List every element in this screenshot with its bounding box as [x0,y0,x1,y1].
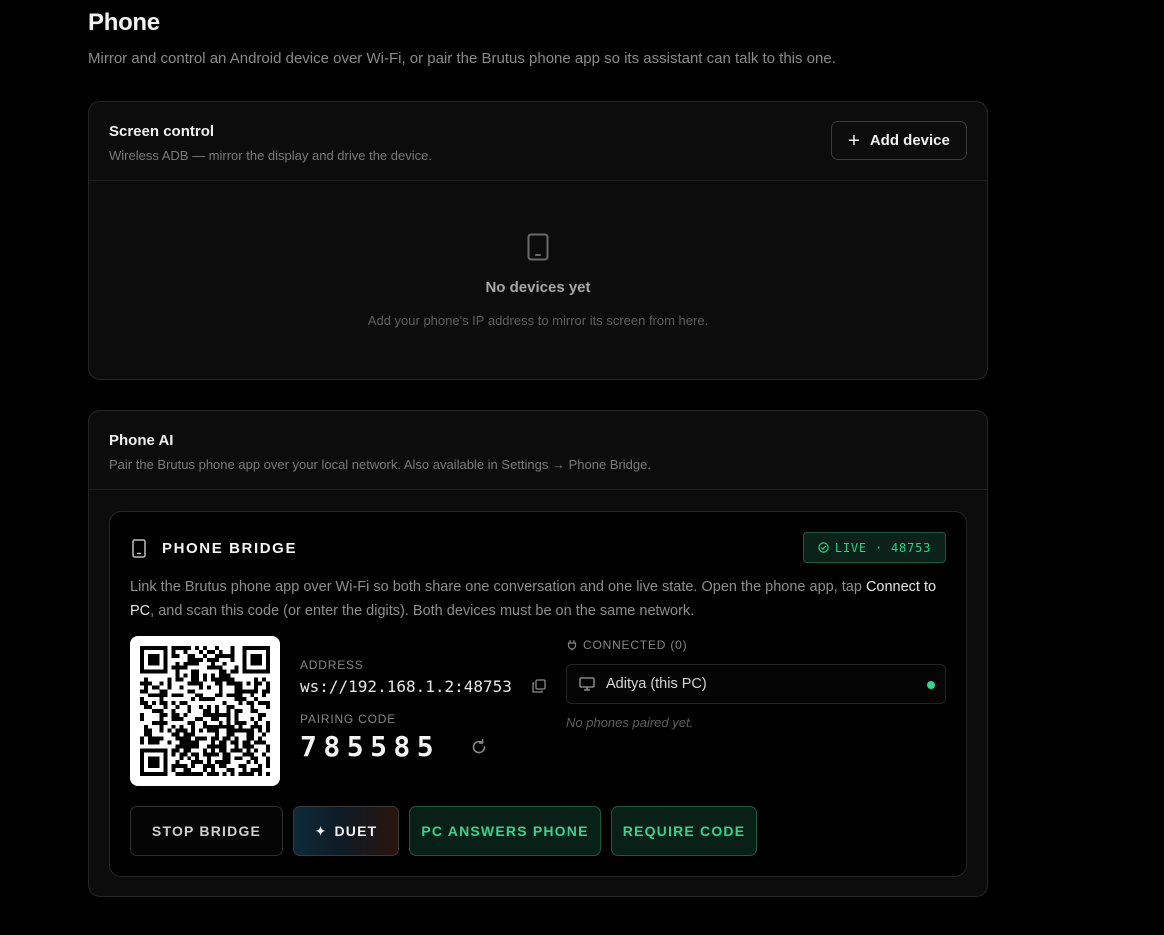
live-badge-label: LIVE · 48753 [834,540,932,555]
screen-control-header: Screen control Wireless ADB — mirror the… [89,102,987,181]
description-part-1: Link the Brutus phone app over Wi-Fi so … [130,579,866,595]
duet-button[interactable]: ✦ DUET [293,806,399,856]
stop-bridge-button[interactable]: STOP BRIDGE [130,806,283,856]
connected-label: CONNECTED (0) [566,638,687,652]
plug-icon [567,640,577,651]
screen-control-title: Screen control [109,123,215,140]
phone-bridge-description: Link the Brutus phone app over Wi-Fi so … [130,575,950,623]
phone-ai-description: Pair the Brutus phone app over your loca… [109,457,651,472]
page-subtitle: Mirror and control an Android device ove… [88,50,836,67]
add-device-label: Add device [869,132,950,149]
monitor-icon [579,677,595,691]
add-device-button[interactable]: + Add device [831,121,967,160]
phone-icon [132,539,146,558]
phone-icon [527,233,549,261]
empty-description: Add your phone's IP address to mirror it… [367,313,709,328]
qr-code-image [140,646,270,776]
duet-label: DUET [334,823,378,839]
pairing-qr-code [130,636,280,786]
sparkle-icon: ✦ [314,822,328,839]
connected-device-name: Aditya (this PC) [606,676,707,692]
require-code-button[interactable]: REQUIRE CODE [611,806,757,856]
phone-bridge-title: PHONE BRIDGE [162,540,298,557]
plus-icon: + [848,129,860,152]
devices-empty-state: No devices yet Add your phone's IP addre… [89,181,987,380]
check-circle-icon [818,542,829,553]
copy-icon[interactable] [532,679,546,693]
pc-answers-phone-button[interactable]: PC ANSWERS PHONE [409,806,601,856]
connected-count: CONNECTED (0) [583,638,688,652]
phone-ai-header: Phone AI Pair the Brutus phone app over … [89,411,987,490]
screen-control-card: Screen control Wireless ADB — mirror the… [88,101,988,380]
phone-ai-card: Phone AI Pair the Brutus phone app over … [88,410,988,897]
live-status-badge: LIVE · 48753 [803,532,946,563]
description-part-2: , and scan this code (or enter the digit… [150,603,695,619]
empty-title: No devices yet [485,279,591,296]
connected-device-row: Aditya (this PC) [566,664,946,704]
no-phones-message: No phones paired yet. [566,715,694,730]
pairing-code-value: 785585 [300,730,441,763]
address-label: ADDRESS [300,658,364,672]
online-status-dot [927,681,935,689]
refresh-icon[interactable] [470,738,488,756]
phone-ai-title: Phone AI [109,432,174,449]
page-title: Phone [88,9,160,36]
phone-bridge-panel: PHONE BRIDGE LIVE · 48753 Link the Brutu… [109,511,967,877]
screen-control-description: Wireless ADB — mirror the display and dr… [109,148,432,163]
pairing-code-label: PAIRING CODE [300,712,397,726]
address-value: ws://192.168.1.2:48753 [300,677,512,696]
